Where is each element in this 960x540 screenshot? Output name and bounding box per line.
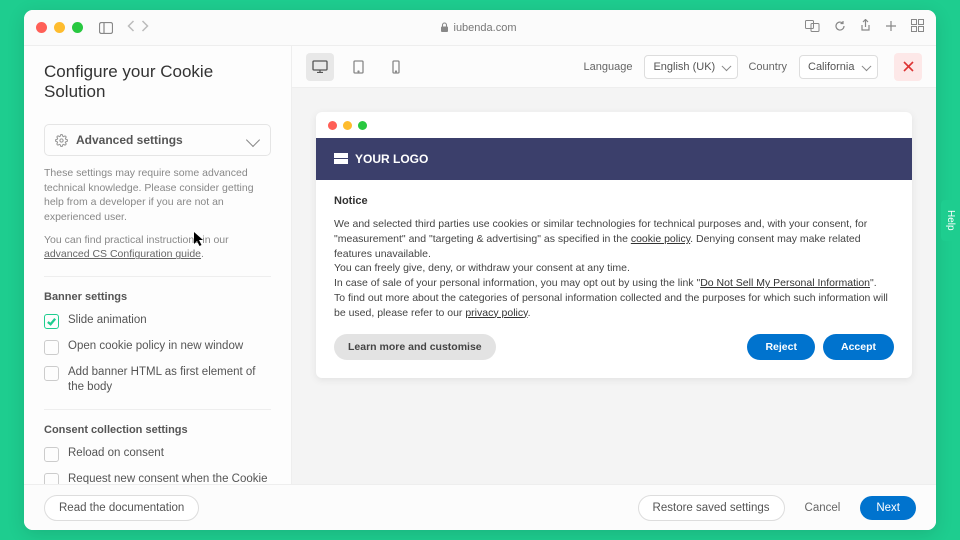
advanced-note-2: You can find practical instructions in o…: [44, 233, 271, 262]
learn-more-button[interactable]: Learn more and customise: [334, 334, 496, 360]
bottom-bar: Read the documentation Restore saved set…: [24, 484, 936, 530]
checkbox-label: Slide animation: [68, 313, 147, 328]
accept-button[interactable]: Accept: [823, 334, 894, 360]
device-tablet-button[interactable]: [344, 53, 372, 81]
consent-option-0[interactable]: Reload on consent: [44, 446, 271, 462]
preview-toolbar: Language English (UK) Country California: [292, 46, 936, 88]
address-bar[interactable]: iubenda.com: [151, 22, 805, 34]
tablet-icon: [353, 60, 364, 74]
checkbox-label: Reload on consent: [68, 446, 164, 461]
back-icon[interactable]: [127, 19, 136, 37]
privacy-policy-link[interactable]: privacy policy: [465, 307, 527, 319]
divider: [44, 409, 271, 410]
cs-config-guide-link[interactable]: advanced CS Configuration guide: [44, 248, 201, 260]
forward-icon[interactable]: [140, 19, 149, 37]
share-icon[interactable]: [860, 19, 871, 37]
language-select[interactable]: English (UK): [644, 55, 738, 79]
country-select[interactable]: California: [799, 55, 878, 79]
chrome-right-icons: [805, 19, 924, 37]
maximize-window-icon[interactable]: [72, 22, 83, 33]
divider: [44, 276, 271, 277]
restore-settings-button[interactable]: Restore saved settings: [638, 495, 785, 521]
preview-site-header: YOUR LOGO: [316, 138, 912, 180]
chevron-down-icon: [246, 133, 260, 147]
reject-button[interactable]: Reject: [747, 334, 815, 360]
preview-chrome: [316, 112, 912, 138]
banner-option-0[interactable]: Slide animation: [44, 313, 271, 329]
mobile-icon: [392, 60, 400, 74]
lock-icon: [440, 22, 449, 33]
notice-paragraph: We and selected third parties use cookie…: [334, 217, 894, 320]
advanced-note-1: These settings may require some advanced…: [44, 166, 271, 225]
preview-panel: Language English (UK) Country California: [292, 46, 936, 530]
advanced-settings-accordion[interactable]: Advanced settings: [44, 124, 271, 156]
language-label: Language: [584, 61, 633, 73]
cookie-buttons: Learn more and customise Reject Accept: [334, 334, 894, 360]
banner-option-2[interactable]: Add banner HTML as first element of the …: [44, 365, 271, 395]
device-desktop-button[interactable]: [306, 53, 334, 81]
app-body: Configure your Cookie Solution Advanced …: [24, 46, 936, 530]
notice-title: Notice: [334, 194, 894, 209]
tabs-icon[interactable]: [911, 19, 924, 37]
checkbox-label: Open cookie policy in new window: [68, 339, 243, 354]
cookie-policy-link[interactable]: cookie policy: [631, 233, 690, 245]
checkbox-icon: [44, 340, 59, 355]
country-label: Country: [748, 61, 787, 73]
accordion-label: Advanced settings: [76, 133, 183, 147]
reload-icon[interactable]: [834, 19, 846, 37]
traffic-lights: [36, 22, 83, 33]
read-docs-button[interactable]: Read the documentation: [44, 495, 199, 521]
preview-tl-green: [358, 121, 367, 130]
cookie-notice: Notice We and selected third parties use…: [316, 180, 912, 378]
page-title: Configure your Cookie Solution: [44, 62, 271, 102]
do-not-sell-link[interactable]: Do Not Sell My Personal Information: [700, 277, 870, 289]
checkbox-label: Add banner HTML as first element of the …: [68, 365, 271, 395]
checkbox-icon: [44, 447, 59, 462]
minimize-window-icon[interactable]: [54, 22, 65, 33]
checkbox-icon: [44, 314, 59, 329]
checkbox-icon: [44, 366, 59, 381]
address-text: iubenda.com: [454, 22, 517, 34]
close-icon: [903, 61, 914, 72]
desktop-icon: [312, 60, 328, 73]
close-preview-button[interactable]: [894, 53, 922, 81]
browser-chrome: iubenda.com: [24, 10, 936, 46]
logo-text: YOUR LOGO: [355, 152, 428, 166]
preview-stage: YOUR LOGO Notice We and selected third p…: [292, 88, 936, 530]
close-window-icon[interactable]: [36, 22, 47, 33]
browser-window: iubenda.com Configure your Cookie Soluti…: [24, 10, 936, 530]
next-button[interactable]: Next: [860, 496, 916, 520]
help-tab[interactable]: Help: [941, 200, 960, 241]
consent-settings-header: Consent collection settings: [44, 424, 271, 436]
cancel-button[interactable]: Cancel: [795, 496, 851, 520]
banner-option-1[interactable]: Open cookie policy in new window: [44, 339, 271, 355]
banner-settings-header: Banner settings: [44, 291, 271, 303]
settings-sidebar: Configure your Cookie Solution Advanced …: [24, 46, 292, 530]
preview-tl-red: [328, 121, 337, 130]
new-tab-icon[interactable]: [885, 19, 897, 37]
preview-browser-frame: YOUR LOGO Notice We and selected third p…: [316, 112, 912, 378]
logo-icon: [334, 153, 348, 165]
sidebar-toggle-icon[interactable]: [99, 22, 113, 34]
preview-tl-yellow: [343, 121, 352, 130]
device-mobile-button[interactable]: [382, 53, 410, 81]
translate-icon[interactable]: [805, 19, 820, 37]
gear-icon: [55, 134, 68, 147]
